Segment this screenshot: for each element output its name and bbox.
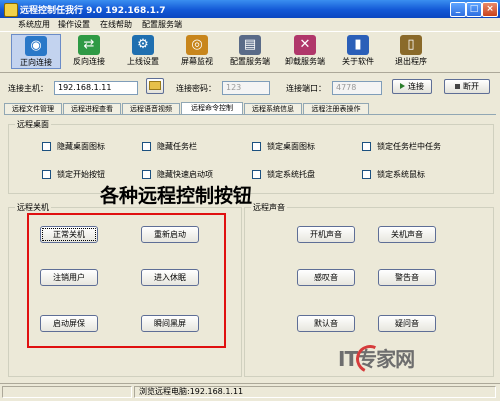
remote-sound-title: 远程声音 [251,202,287,213]
connect-button[interactable]: 连接 [392,79,432,94]
remote-desktop-title: 远程桌面 [15,119,51,130]
globe-connect-icon: ◉ [25,36,47,56]
annotation-caption: 各种远程控制按钮 [100,185,253,207]
watermark-logo: IT专家网 [338,341,415,377]
exit-door-icon: ▯ [400,35,422,55]
about-software-button[interactable]: ▮ 关于软件 [333,34,383,69]
checkbox-lock-system-tray[interactable]: 锁定系统托盘 [252,169,315,180]
tab-remote-registry[interactable]: 远程注册表操作 [303,103,369,114]
tab-remote-process[interactable]: 远程进程查看 [63,103,121,114]
online-settings-button[interactable]: ⚙ 上线设置 [118,34,168,69]
minimize-button[interactable]: _ [450,2,466,17]
reverse-connect-button[interactable]: ⇄ 反向连接 [64,34,114,69]
config-server-button[interactable]: ▤ 配置服务端 [225,34,275,69]
checkbox-lock-system-mouse[interactable]: 锁定系统鼠标 [362,169,425,180]
tab-remote-system-info[interactable]: 远程系统信息 [244,103,302,114]
forward-connect-button[interactable]: ◉ 正向连接 [11,34,61,69]
host-input[interactable]: 192.168.1.11 [54,81,138,95]
checkbox-lock-taskbar-tasks[interactable]: 锁定任务栏中任务 [362,141,441,152]
disconnect-stop-icon [455,84,460,89]
close-button[interactable]: × [482,2,498,17]
remote-shutdown-title: 远程关机 [15,202,51,213]
menu-config-server[interactable]: 配置服务端 [142,19,182,30]
menu-system-apps[interactable]: 系统应用 [18,19,50,30]
window-title: 远程控制任我行 9.0 192.168.1.7 [20,6,166,16]
exit-program-button[interactable]: ▯ 退出程序 [386,34,436,69]
status-segment-empty [2,386,132,398]
password-label: 连接密码： [176,84,216,93]
warning-sound-button[interactable]: 警告音 [378,269,436,286]
annotation-highlight-box [27,213,226,348]
menu-online-help[interactable]: 在线帮助 [100,19,132,30]
tab-remote-command-control[interactable]: 远程命令控制 [181,102,243,114]
shutdown-sound-button[interactable]: 关机声音 [378,226,436,243]
toolbar: ◉ 正向连接 ⇄ 反向连接 ⚙ 上线设置 ◎ 屏幕监视 ▤ 配置服务端 ✕ 卸载… [0,31,500,73]
server-config-icon: ▤ [239,35,261,55]
connect-play-icon [400,83,405,89]
menu-bar: 系统应用 操作设置 在线帮助 配置服务端 [0,18,500,31]
browse-folder-button[interactable] [146,78,164,94]
exclamation-sound-button[interactable]: 感叹音 [297,269,355,286]
uninstall-server-icon: ✕ [294,35,316,55]
screen-monitor-button[interactable]: ◎ 屏幕监视 [172,34,222,69]
port-input[interactable]: 4778 [332,81,382,95]
eye-monitor-icon: ◎ [186,35,208,55]
function-tabs: 远程文件管理 远程进程查看 远程语音视频 远程命令控制 远程系统信息 远程注册表… [4,102,496,115]
title-bar: 远程控制任我行 9.0 192.168.1.7 _ □ × [0,0,500,18]
checkbox-lock-desktop-icons[interactable]: 锁定桌面图标 [252,141,315,152]
checkbox-hide-desktop-icons[interactable]: 隐藏桌面图标 [42,141,105,152]
checkbox-hide-taskbar[interactable]: 隐藏任务栏 [142,141,197,152]
maximize-button[interactable]: □ [466,2,482,17]
question-sound-button[interactable]: 疑问音 [378,315,436,332]
disconnect-button[interactable]: 断开 [444,79,490,94]
status-text: 浏览远程电脑:192.168.1.11 [134,386,496,398]
host-label: 连接主机： [8,84,48,93]
port-label: 连接端口： [286,84,326,93]
tab-remote-file-manager[interactable]: 远程文件管理 [4,103,62,114]
tab-remote-audio-video[interactable]: 远程语音视频 [122,103,180,114]
connection-row: 连接主机： 192.168.1.11 连接密码： 123 连接端口： 4778 … [0,74,500,102]
checkbox-lock-start-button[interactable]: 锁定开始按钮 [42,169,105,180]
checkbox-hide-quick-launch[interactable]: 隐藏快速启动项 [142,169,213,180]
uninstall-server-button[interactable]: ✕ 卸载服务端 [280,34,330,69]
menu-operation-settings[interactable]: 操作设置 [58,19,90,30]
book-icon: ▮ [347,35,369,55]
startup-sound-button[interactable]: 开机声音 [297,226,355,243]
settings-globe-icon: ⚙ [132,35,154,55]
password-input[interactable]: 123 [222,81,270,95]
folder-icon [149,81,161,90]
reverse-connect-icon: ⇄ [78,35,100,55]
status-bar: 浏览远程电脑:192.168.1.11 [0,383,500,401]
default-sound-button[interactable]: 默认音 [297,315,355,332]
app-icon [4,3,18,17]
